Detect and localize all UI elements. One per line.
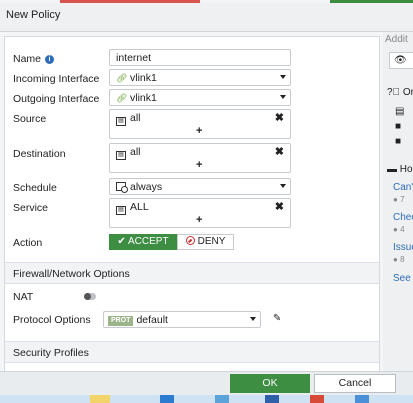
chevron-down-icon: [250, 317, 256, 321]
dialog-title: New Policy: [6, 9, 61, 21]
cancel-button[interactable]: Cancel: [314, 374, 396, 393]
schedule-select[interactable]: always: [109, 178, 291, 195]
taskbar-app-icon[interactable]: [265, 395, 279, 403]
remove-destination-icon[interactable]: ✖: [275, 145, 284, 158]
destination-entry: ▤ all: [116, 146, 141, 160]
comment-icon: ●: [393, 255, 401, 264]
side-search-box[interactable]: 👁︎: [389, 52, 413, 69]
info-icon[interactable]: i: [45, 54, 55, 64]
help-link-3-count: ● 8: [393, 255, 405, 264]
deny-button[interactable]: DENY: [177, 234, 234, 250]
chevron-down-icon: [280, 95, 286, 99]
side-heading: Addit: [385, 34, 408, 45]
accept-button[interactable]: ✔ ACCEPT: [109, 234, 177, 250]
pencil-icon[interactable]: ✎: [273, 313, 281, 324]
action-label: Action: [13, 237, 43, 249]
protocol-options-label: Protocol Options: [13, 314, 91, 326]
service-icon: ▤: [116, 206, 126, 215]
side-panel: Addit 👁︎ ?⃝ Or ▤ ■ ■ ▬ Ho Can' ● 7 Chec …: [383, 32, 413, 371]
dialog-header: New Policy: [0, 0, 413, 32]
taskbar-app-icon[interactable]: [355, 395, 369, 403]
comment-icon: ●: [393, 225, 401, 234]
ok-button[interactable]: OK: [230, 374, 310, 393]
firewall-options-header: Firewall/Network Options: [5, 262, 379, 284]
address-icon: ▤: [116, 117, 126, 126]
security-profiles-header: Security Profiles: [5, 341, 379, 363]
video-icon[interactable]: ■: [395, 136, 401, 147]
taskbar-app-icon[interactable]: [215, 395, 229, 403]
source-label: Source: [13, 113, 47, 125]
service-multiselect[interactable]: ▤ ALL ✖ +: [109, 198, 291, 228]
see-more-link[interactable]: See N: [393, 273, 413, 284]
taskbar: [0, 395, 413, 403]
schedule-label: Schedule: [13, 182, 57, 194]
help-link-1-count: ● 7: [393, 195, 405, 204]
protocol-badge: PROT: [108, 316, 134, 326]
check-icon: ✔: [117, 236, 129, 247]
service-entry: ▤ ALL: [116, 201, 149, 215]
help-link-1[interactable]: Can': [393, 182, 413, 193]
chat-icon: ▬: [387, 164, 400, 175]
incoming-interface-select[interactable]: 🔗︎ vlink1: [109, 69, 291, 86]
dialog-footer: OK Cancel: [0, 371, 413, 395]
comment-icon: ●: [393, 195, 401, 204]
link-icon: 🔗︎: [116, 93, 128, 103]
incoming-interface-label: Incoming Interface: [13, 73, 100, 85]
remove-service-icon[interactable]: ✖: [275, 200, 284, 213]
source-entry: ▤ all: [116, 112, 141, 126]
eye-icon: 👁︎: [394, 55, 407, 66]
deny-icon: [185, 236, 195, 245]
policy-form: Name i internet Incoming Interface 🔗︎ vlin…: [4, 36, 380, 371]
remove-source-icon[interactable]: ✖: [275, 111, 284, 124]
add-source-button[interactable]: +: [196, 125, 202, 137]
form-panel: Name i internet Incoming Interface 🔗︎ vlin…: [0, 32, 383, 371]
taskbar-app-icon[interactable]: [310, 395, 324, 403]
how-to-heading: ▬ Ho: [387, 164, 413, 175]
video-icon[interactable]: ■: [395, 121, 401, 132]
doc-icon[interactable]: ▤: [395, 106, 404, 117]
online-help-heading: ?⃝ Or: [387, 87, 413, 98]
schedule-icon: [116, 182, 128, 193]
nat-toggle[interactable]: [84, 293, 96, 300]
help-link-3[interactable]: Issue: [393, 242, 413, 253]
add-destination-button[interactable]: +: [196, 159, 202, 171]
name-label: Name i: [13, 53, 55, 65]
taskbar-app-icon[interactable]: [160, 395, 174, 403]
header-accent-strip: [0, 0, 413, 3]
outgoing-interface-select[interactable]: 🔗︎ vlink1: [109, 89, 291, 106]
help-link-2[interactable]: Chec: [393, 212, 413, 223]
nat-label: NAT: [13, 291, 34, 303]
destination-label: Destination: [13, 148, 66, 160]
help-icon: ?⃝: [387, 87, 403, 98]
taskbar-folder-icon[interactable]: [90, 395, 110, 403]
outgoing-interface-label: Outgoing Interface: [13, 93, 100, 105]
help-link-2-count: ● 4: [393, 225, 405, 234]
action-toggle-group: ✔ ACCEPT DENY: [109, 234, 234, 250]
destination-multiselect[interactable]: ▤ all ✖ +: [109, 143, 291, 173]
chevron-down-icon: [280, 75, 286, 79]
chevron-down-icon: [280, 184, 286, 188]
address-icon: ▤: [116, 151, 126, 160]
name-input[interactable]: internet: [109, 49, 291, 66]
link-icon: 🔗︎: [116, 73, 128, 83]
protocol-options-select[interactable]: PROT default: [103, 311, 261, 328]
source-multiselect[interactable]: ▤ all ✖ +: [109, 109, 291, 139]
service-label: Service: [13, 202, 49, 214]
add-service-button[interactable]: +: [196, 214, 202, 226]
